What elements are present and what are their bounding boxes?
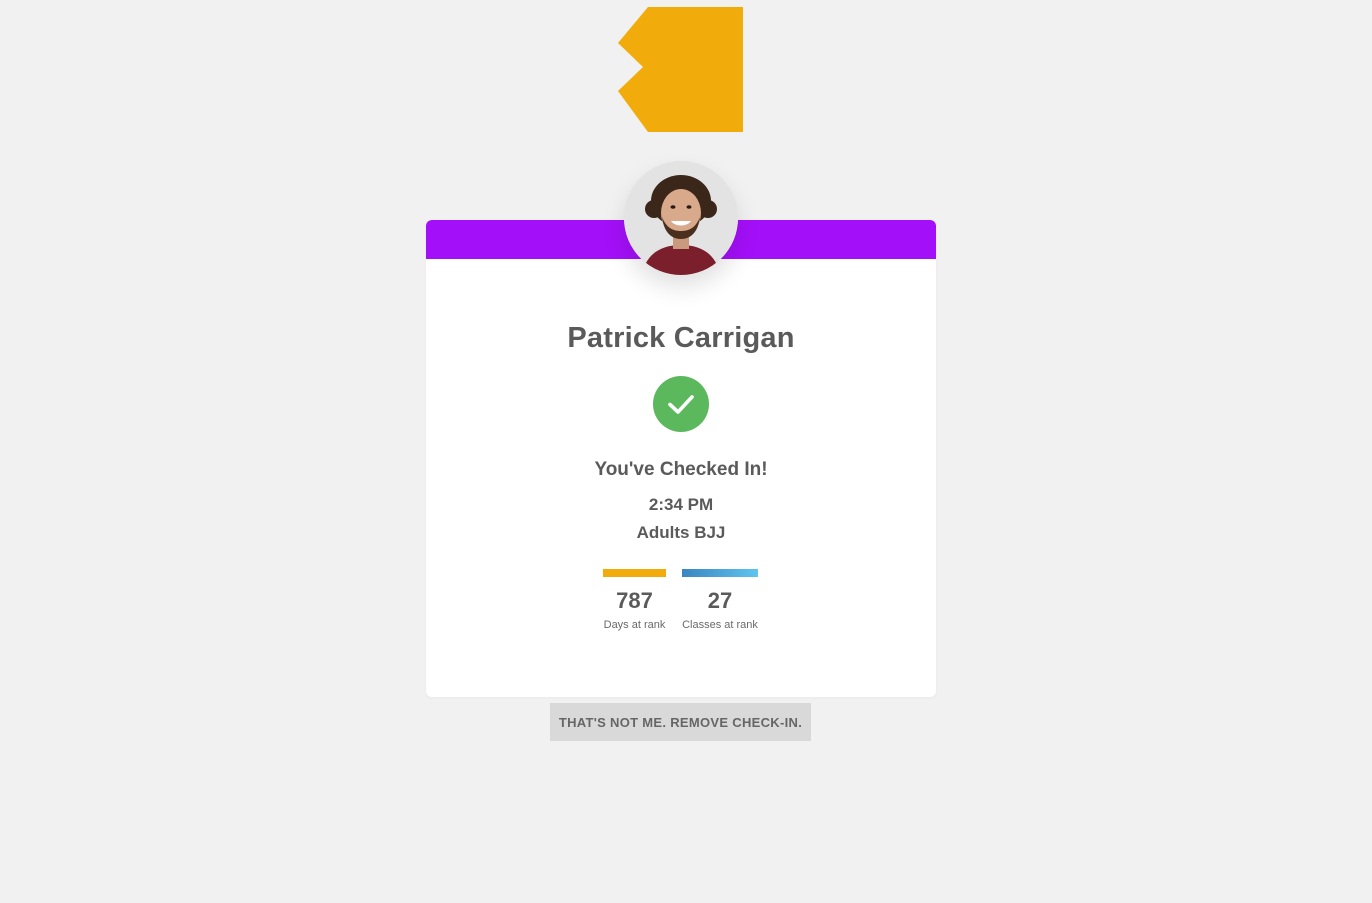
checkin-time: 2:34 PM <box>648 495 714 514</box>
classes-at-rank-value: 27 <box>707 588 733 613</box>
check-badge <box>653 376 709 432</box>
member-name: Patrick Carrigan <box>567 322 795 354</box>
classes-at-rank-label: Classes at rank <box>682 619 758 631</box>
member-photo <box>624 161 738 275</box>
classes-stat-bar <box>682 569 758 577</box>
k-logo-icon <box>618 7 743 132</box>
days-stat-bar <box>603 569 666 577</box>
days-at-rank-value: 787 <box>616 588 653 613</box>
check-icon <box>668 395 694 414</box>
remove-checkin-button[interactable]: That's not me. Remove check-in. <box>550 703 811 741</box>
class-name: Adults BJJ <box>636 523 726 542</box>
avatar <box>624 161 738 275</box>
checkin-status-text: You've Checked In! <box>594 459 768 480</box>
stat-days-at-rank: 787 Days at rank <box>603 569 666 632</box>
days-at-rank-label: Days at rank <box>603 619 666 631</box>
checkin-page: Patrick Carrigan You've Checked In! 2:34… <box>0 0 1372 903</box>
stat-classes-at-rank: 27 Classes at rank <box>682 569 758 632</box>
